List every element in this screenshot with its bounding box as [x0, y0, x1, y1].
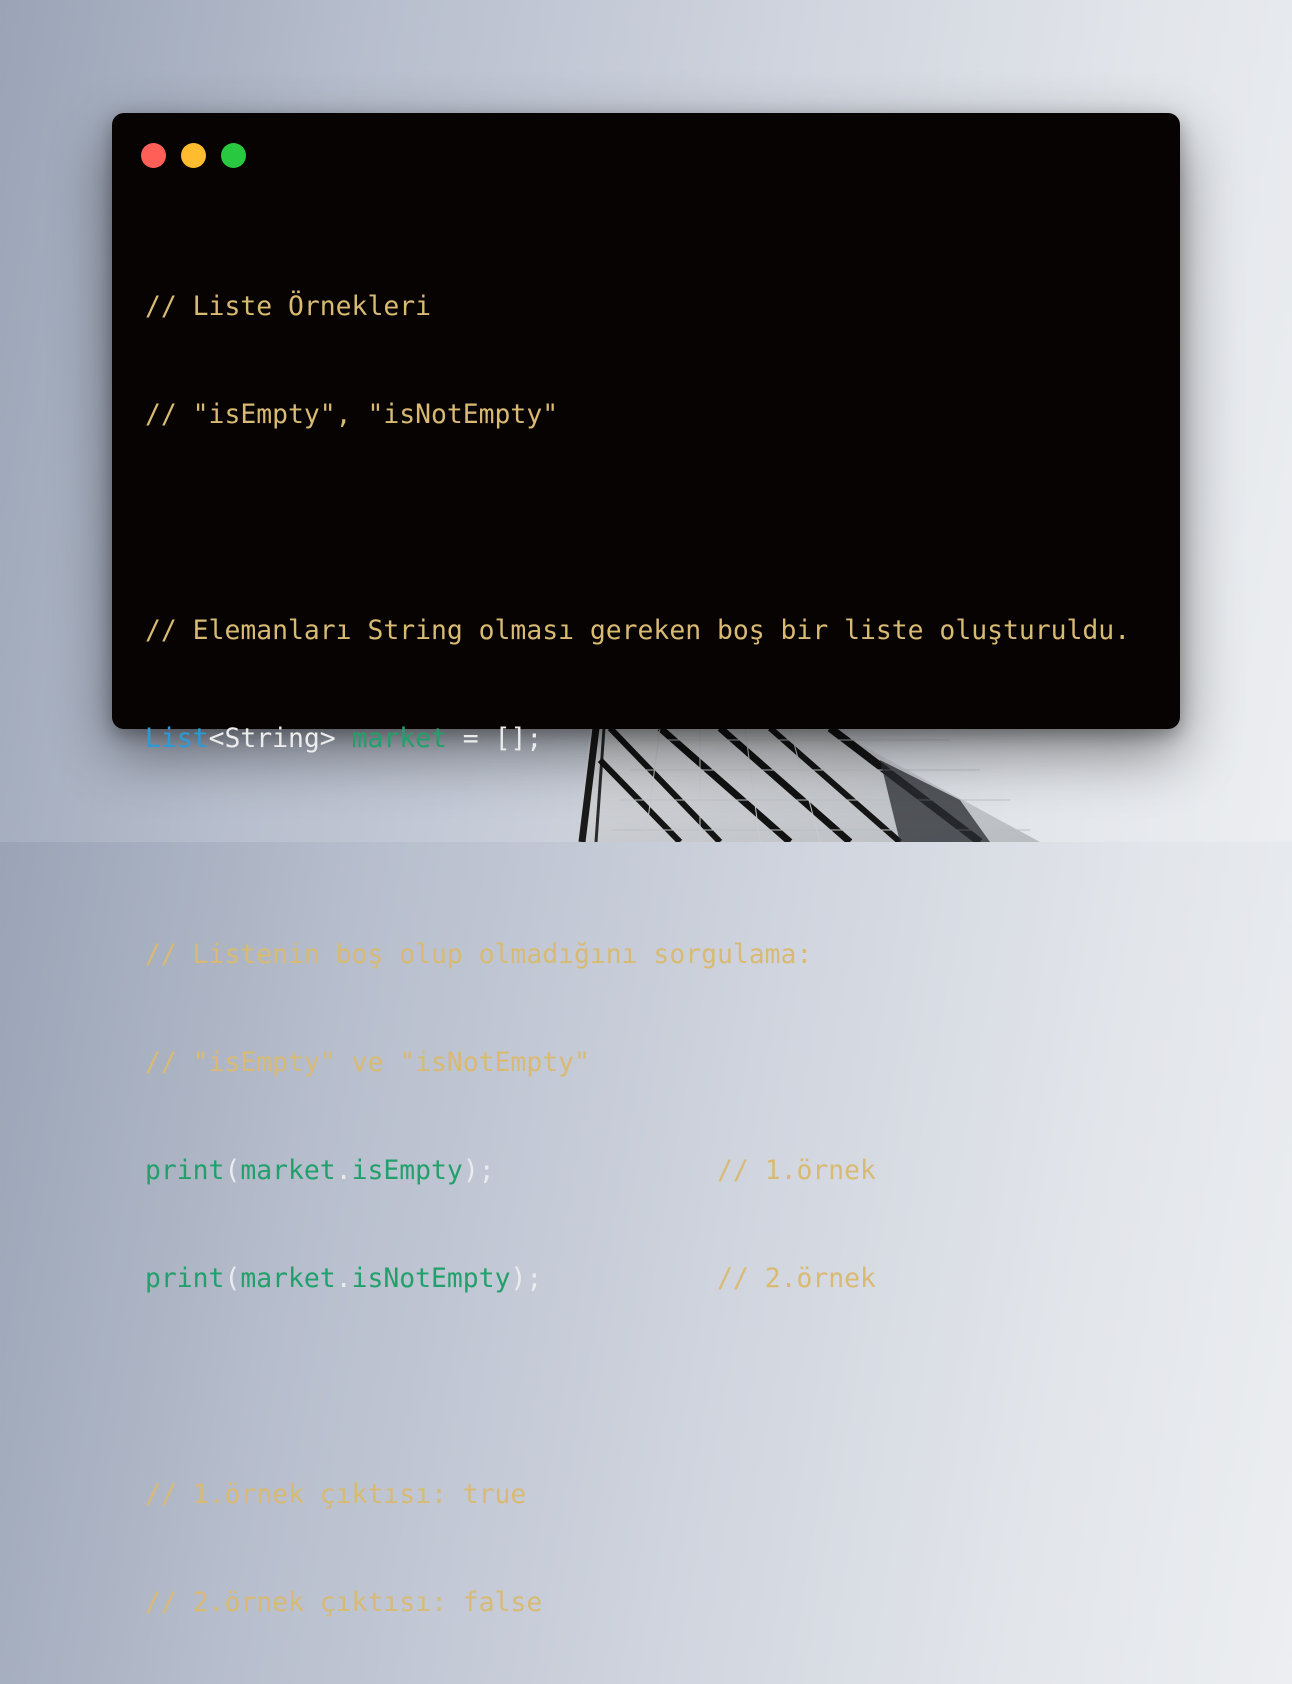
zoom-dot[interactable]	[221, 143, 246, 168]
code-line-10: // 2.örnek çıktısı: false	[145, 1585, 1130, 1621]
function-name: print	[145, 1155, 225, 1186]
identifier: market	[240, 1155, 336, 1186]
identifier: market	[240, 1263, 336, 1294]
identifier: market	[351, 723, 447, 754]
minimize-dot[interactable]	[181, 143, 206, 168]
padding	[495, 1155, 717, 1186]
comment: // Elemanları String olması gereken boş …	[145, 615, 1131, 646]
comment: // "isEmpty" ve "isNotEmpty"	[145, 1047, 590, 1078]
dot: .	[335, 1263, 352, 1294]
close-dot[interactable]	[141, 143, 166, 168]
code-window: // Liste Örnekleri // "isEmpty", "isNotE…	[112, 113, 1180, 1618]
comment: // 1.örnek çıktısı: true	[145, 1479, 527, 1510]
code-line-8: print(market.isNotEmpty); // 2.örnek	[145, 1261, 1130, 1297]
code-line-5: // Listenin boş olup olmadığını sorgulam…	[145, 937, 1130, 973]
dot: .	[335, 1155, 352, 1186]
code-line-9: // 1.örnek çıktısı: true	[145, 1477, 1130, 1513]
property: isNotEmpty	[351, 1263, 511, 1294]
comment: // 1.örnek	[717, 1155, 876, 1186]
paren-close: );	[510, 1263, 543, 1294]
code-line-1: // Liste Örnekleri	[145, 289, 1130, 325]
comment: // 2.örnek çıktısı: false	[145, 1587, 543, 1618]
code-line-4: List<String> market = [];	[145, 721, 1130, 757]
assignment: = [];	[446, 723, 543, 754]
code-line-3: // Elemanları String olması gereken boş …	[145, 613, 1130, 649]
type-keyword: List	[145, 723, 209, 754]
comment: // Listenin boş olup olmadığını sorgulam…	[145, 939, 813, 970]
comment: // 2.örnek	[717, 1263, 876, 1294]
code-line-6: // "isEmpty" ve "isNotEmpty"	[145, 1045, 1130, 1081]
code-line-7: print(market.isEmpty); // 1.örnek	[145, 1153, 1130, 1189]
code-line-2: // "isEmpty", "isNotEmpty"	[145, 397, 1130, 433]
comment: // "isEmpty", "isNotEmpty"	[145, 399, 559, 430]
code-block: // Liste Örnekleri // "isEmpty", "isNotE…	[145, 217, 1130, 1684]
generic-type: <String>	[208, 723, 352, 754]
property: isEmpty	[351, 1155, 463, 1186]
paren-close: );	[462, 1155, 495, 1186]
paren-open: (	[224, 1263, 241, 1294]
padding	[542, 1263, 717, 1294]
comment: // Liste Örnekleri	[145, 291, 431, 322]
paren-open: (	[224, 1155, 241, 1186]
function-name: print	[145, 1263, 225, 1294]
